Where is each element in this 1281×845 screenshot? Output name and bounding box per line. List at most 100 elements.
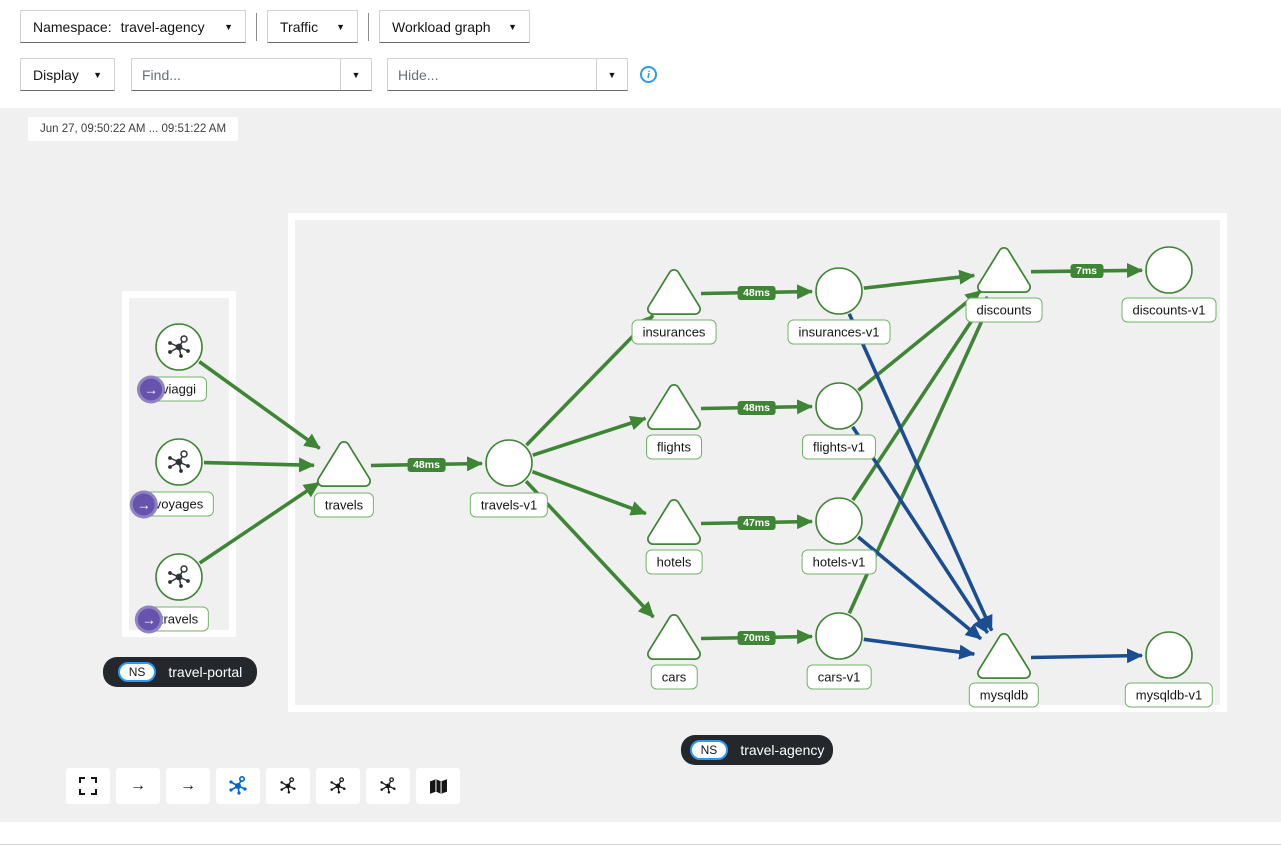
find-input[interactable]	[132, 59, 340, 90]
layout-3-button[interactable]	[366, 768, 410, 804]
chevron-down-icon: ▼	[93, 70, 102, 80]
hide-input[interactable]	[388, 59, 596, 90]
node-label-viaggi[interactable]: →viaggi	[151, 377, 207, 402]
graph-node-flights-v1[interactable]	[816, 383, 862, 429]
info-circle-icon[interactable]: i	[640, 66, 657, 83]
graph-node-travels-svc[interactable]	[323, 447, 365, 481]
node-label-text: travels	[325, 498, 363, 513]
node-label-travels-svc[interactable]: travels	[314, 493, 374, 518]
node-label-hotels[interactable]: hotels	[646, 550, 703, 575]
graph-node-insurances-v1[interactable]	[816, 268, 862, 314]
node-label-insurances[interactable]: insurances	[632, 320, 717, 345]
toolbar-divider	[368, 13, 369, 41]
graph-node-mysqldb-v1[interactable]	[1146, 632, 1192, 678]
node-label-flights[interactable]: flights	[646, 435, 702, 460]
node-label-mysqldb-v1[interactable]: mysqldb-v1	[1125, 683, 1213, 708]
hide-options-button[interactable]: ▼	[596, 59, 627, 90]
zoom-to-fit-button[interactable]	[66, 768, 110, 804]
chevron-down-icon: ▼	[508, 22, 517, 32]
graph-node-discounts[interactable]	[983, 253, 1025, 287]
edge-label-cars-to-cars-v1[interactable]: 70ms	[737, 631, 776, 645]
namespace-badge-travel-portal[interactable]: NStravel-portal	[103, 657, 257, 687]
edge-viaggi-to-travels-svc[interactable]	[199, 362, 319, 449]
toolbar-divider	[256, 13, 257, 41]
graph-hide-button[interactable]: →	[166, 768, 210, 804]
layout-default-button[interactable]	[216, 768, 260, 804]
graph-canvas[interactable]: Jun 27, 09:50:22 AM ... 09:51:22 AM 48ms…	[0, 108, 1281, 822]
right-arrow-icon: →	[180, 777, 196, 795]
graph-layout-icon	[228, 776, 248, 796]
graph-node-flights[interactable]	[653, 390, 695, 424]
graph-node-cars-v1[interactable]	[816, 613, 862, 659]
edge-label-flights-to-flights-v1[interactable]: 48ms	[737, 401, 776, 415]
node-label-mysqldb[interactable]: mysqldb	[969, 683, 1039, 708]
graph-toolbar: → →	[66, 768, 460, 804]
node-label-discounts[interactable]: discounts	[966, 298, 1043, 323]
edge-label-insurances-to-insurances-v1[interactable]: 48ms	[737, 286, 776, 300]
find-group: ▼	[131, 58, 372, 91]
node-label-text: travels-v1	[481, 498, 537, 513]
node-label-text: mysqldb	[980, 688, 1028, 703]
namespace-badge-travel-agency[interactable]: NStravel-agency	[681, 735, 833, 765]
graph-node-voyages[interactable]	[156, 439, 202, 485]
node-label-text: hotels	[657, 555, 692, 570]
graph-node-travels-v1[interactable]	[486, 440, 532, 486]
node-label-text: viaggi	[162, 382, 196, 397]
chevron-down-icon: ▼	[608, 70, 617, 80]
graph-layout-icon	[329, 777, 347, 795]
display-dropdown[interactable]: Display ▼	[20, 58, 115, 91]
edge-insurances-v1-to-discounts[interactable]	[864, 275, 974, 288]
graph-type-label: Workload graph	[392, 19, 491, 35]
hide-button[interactable]: →	[116, 768, 160, 804]
root-traffic-badge-icon: →	[135, 605, 163, 633]
traffic-select[interactable]: Traffic ▼	[267, 10, 358, 43]
node-label-text: insurances	[643, 325, 706, 340]
graph-node-cars[interactable]	[653, 620, 695, 654]
edge-voyages-to-travels-svc[interactable]	[204, 463, 314, 466]
graph-node-viaggi[interactable]	[156, 324, 202, 370]
graph-node-discounts-v1[interactable]	[1146, 247, 1192, 293]
edge-travels-portal-to-travels-svc[interactable]	[200, 483, 319, 563]
node-label-text: cars	[662, 670, 687, 685]
graph-node-mysqldb[interactable]	[983, 639, 1025, 673]
node-label-travels-portal[interactable]: →travels	[149, 607, 209, 632]
graph-svg	[0, 108, 1281, 822]
legend-button[interactable]	[416, 768, 460, 804]
node-label-insurances-v1[interactable]: insurances-v1	[788, 320, 891, 345]
node-label-text: flights-v1	[813, 440, 865, 455]
node-label-text: hotels-v1	[813, 555, 866, 570]
graph-node-hotels[interactable]	[653, 505, 695, 539]
edge-hotels-v1-to-mysqldb[interactable]	[858, 537, 981, 639]
node-label-flights-v1[interactable]: flights-v1	[802, 435, 876, 460]
chevron-down-icon: ▼	[224, 22, 233, 32]
edge-label-travels-svc-to-travels-v1[interactable]: 48ms	[407, 458, 446, 472]
layout-2-button[interactable]	[316, 768, 360, 804]
node-label-cars[interactable]: cars	[651, 665, 698, 690]
graph-node-hotels-v1[interactable]	[816, 498, 862, 544]
find-options-button[interactable]: ▼	[340, 59, 371, 90]
edge-label-discounts-to-discounts-v1[interactable]: 7ms	[1070, 264, 1103, 278]
node-label-travels-v1[interactable]: travels-v1	[470, 493, 548, 518]
namespace-select[interactable]: Namespace: travel-agency ▼	[20, 10, 246, 43]
graph-layout-icon	[379, 777, 397, 795]
graph-layout-icon	[279, 777, 297, 795]
graph-node-travels-portal[interactable]	[156, 554, 202, 600]
node-label-text: cars-v1	[818, 670, 861, 685]
node-label-hotels-v1[interactable]: hotels-v1	[802, 550, 877, 575]
node-label-cars-v1[interactable]: cars-v1	[807, 665, 872, 690]
graph-type-select[interactable]: Workload graph ▼	[379, 10, 530, 43]
graph-node-insurances[interactable]	[653, 275, 695, 309]
layout-1-button[interactable]	[266, 768, 310, 804]
node-label-text: insurances-v1	[799, 325, 880, 340]
map-legend-icon	[429, 778, 448, 795]
edge-mysqldb-to-mysqldb-v1[interactable]	[1031, 655, 1142, 657]
edge-label-hotels-to-hotels-v1[interactable]: 47ms	[737, 516, 776, 530]
node-label-text: discounts-v1	[1133, 303, 1206, 318]
node-label-text: discounts	[977, 303, 1032, 318]
root-traffic-badge-icon: →	[137, 375, 165, 403]
edge-cars-v1-to-mysqldb[interactable]	[864, 639, 974, 654]
node-label-discounts-v1[interactable]: discounts-v1	[1122, 298, 1217, 323]
chevron-down-icon: ▼	[352, 70, 361, 80]
node-label-voyages[interactable]: →voyages	[144, 492, 214, 517]
namespace-value: travel-agency	[121, 19, 205, 35]
